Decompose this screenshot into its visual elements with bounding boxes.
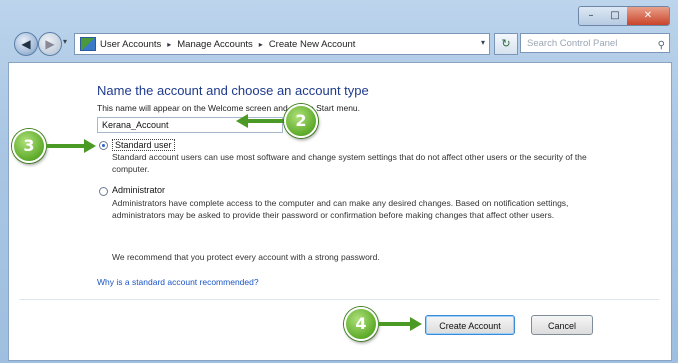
standard-user-description: Standard account users can use most soft… <box>112 152 587 174</box>
navigation-bar: ◀ ▶ ▾ User Accounts ▸ Manage Accounts ▸ … <box>8 30 670 58</box>
create-account-button[interactable]: Create Account <box>425 315 515 335</box>
search-input[interactable]: Search Control Panel ⚲ <box>520 33 670 53</box>
refresh-button[interactable]: ↻ <box>494 33 518 55</box>
callout-4-badge: 4 <box>344 307 378 341</box>
callout-4-arrow <box>378 322 410 326</box>
standard-user-radio[interactable] <box>99 141 108 150</box>
forward-button[interactable]: ▶ <box>38 32 62 56</box>
footer-divider <box>19 299 659 300</box>
page-title: Name the account and choose an account t… <box>97 83 369 98</box>
callout-3-arrow <box>46 144 84 148</box>
breadcrumb-manage-accounts[interactable]: Manage Accounts <box>177 39 253 50</box>
close-button[interactable]: ✕ <box>627 7 669 25</box>
search-icon[interactable]: ⚲ <box>658 36 665 56</box>
control-panel-window: – □ ✕ ◀ ▶ ▾ User Accounts ▸ Manage Accou… <box>0 0 678 363</box>
minimize-button[interactable]: – <box>579 7 603 25</box>
control-panel-icon <box>80 37 96 51</box>
administrator-label[interactable]: Administrator <box>112 185 165 195</box>
why-standard-account-link[interactable]: Why is a standard account recommended? <box>97 277 259 287</box>
search-placeholder: Search Control Panel <box>527 38 618 49</box>
breadcrumb-user-accounts[interactable]: User Accounts <box>100 39 161 50</box>
address-bar[interactable]: User Accounts ▸ Manage Accounts ▸ Create… <box>74 33 490 55</box>
address-dropdown-icon[interactable]: ▾ <box>481 38 485 47</box>
recent-pages-dropdown-icon[interactable]: ▾ <box>63 37 67 46</box>
name-hint: This name will appear on the Welcome scr… <box>97 103 361 113</box>
callout-2-badge: 2 <box>284 104 318 138</box>
window-controls: – □ ✕ <box>578 6 670 26</box>
callout-3-arrowhead-icon <box>84 139 96 153</box>
callout-3-badge: 3 <box>12 129 46 163</box>
maximize-button[interactable]: □ <box>603 7 627 25</box>
breadcrumb-separator-icon[interactable]: ▸ <box>259 40 263 49</box>
callout-2-arrow <box>246 119 286 123</box>
standard-user-label[interactable]: Standard user <box>112 139 175 151</box>
cancel-button[interactable]: Cancel <box>531 315 593 335</box>
callout-4-arrowhead-icon <box>410 317 422 331</box>
back-button[interactable]: ◀ <box>14 32 38 56</box>
password-recommendation: We recommend that you protect every acco… <box>112 252 380 262</box>
breadcrumb-create-new-account[interactable]: Create New Account <box>269 39 356 50</box>
administrator-radio[interactable] <box>99 187 108 196</box>
breadcrumb-separator-icon[interactable]: ▸ <box>167 40 171 49</box>
administrator-description: Administrators have complete access to t… <box>112 198 569 220</box>
content-pane: Name the account and choose an account t… <box>8 62 672 361</box>
